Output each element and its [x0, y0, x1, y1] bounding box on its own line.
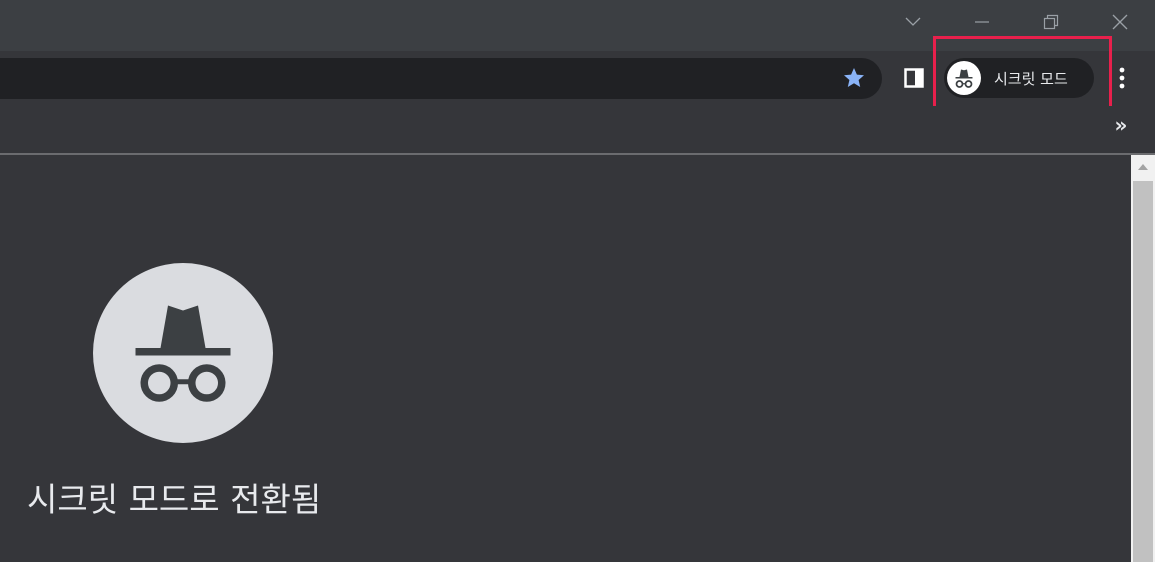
more-menu-button[interactable] — [1108, 62, 1136, 94]
page-title: 시크릿 모드로 전환됨 — [27, 480, 322, 519]
scrollbar-thumb[interactable] — [1133, 181, 1153, 562]
scroll-up-button[interactable] — [1131, 155, 1155, 179]
bookmarks-bar — [0, 106, 1155, 153]
scrollbar[interactable] — [1131, 155, 1155, 562]
highlight-annotation — [933, 36, 1112, 117]
incognito-hero-badge — [93, 263, 273, 443]
incognito-icon — [135, 305, 231, 402]
more-menu-icon — [1119, 67, 1125, 89]
side-panel-button[interactable] — [898, 62, 930, 94]
bookmark-star-button[interactable] — [842, 66, 866, 90]
side-panel-icon — [904, 68, 924, 88]
address-bar[interactable] — [0, 58, 882, 99]
bookmarks-overflow-button[interactable]: » — [1110, 112, 1132, 138]
triangle-up-icon — [1138, 164, 1148, 170]
tab-search-button[interactable] — [890, 0, 936, 44]
minimize-icon — [975, 21, 989, 23]
bookmark-star-icon — [844, 68, 864, 87]
chevron-down-icon — [905, 17, 921, 26]
close-icon — [1112, 14, 1128, 30]
restore-icon — [1043, 14, 1059, 30]
